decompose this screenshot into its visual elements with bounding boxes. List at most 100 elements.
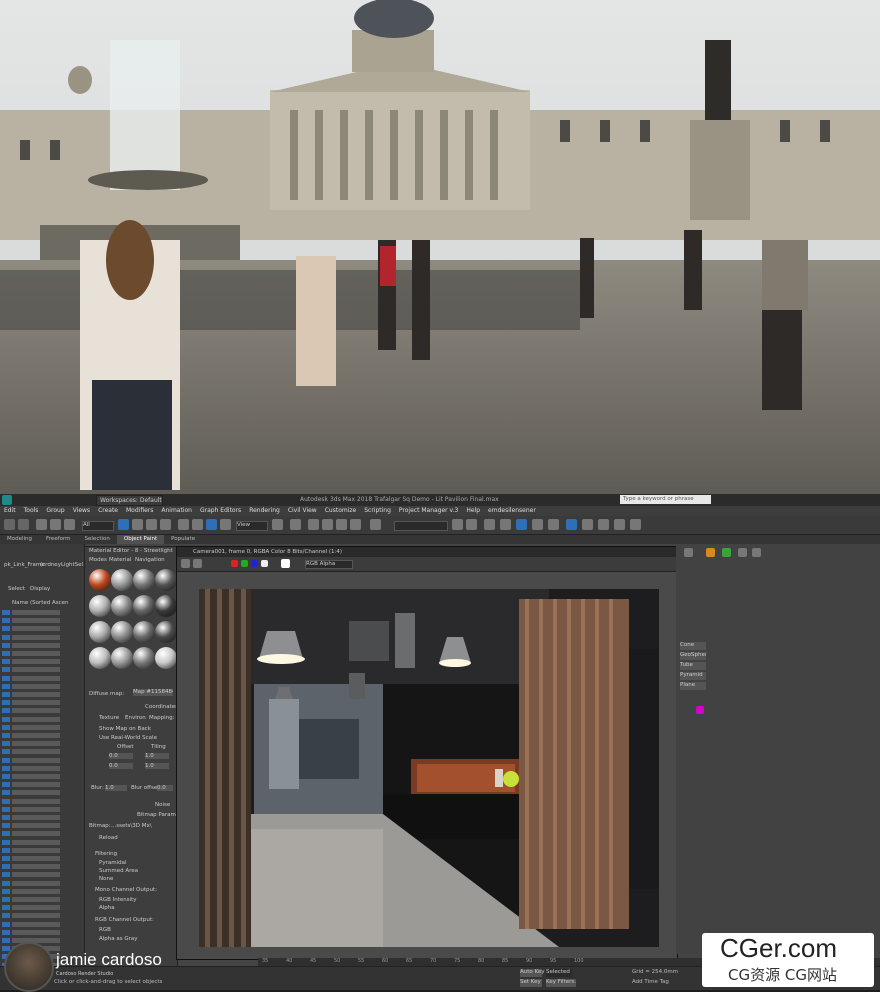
- object-type-icon[interactable]: [2, 921, 10, 927]
- object-color-swatch[interactable]: [696, 706, 704, 714]
- manipulate-icon[interactable]: [290, 519, 301, 530]
- object-type-icon[interactable]: [2, 642, 10, 648]
- list-item[interactable]: [12, 782, 60, 788]
- list-item[interactable]: [12, 708, 60, 714]
- list-item[interactable]: [12, 610, 60, 615]
- set-key-button[interactable]: Set Key: [520, 979, 542, 987]
- object-type-icon[interactable]: [2, 667, 10, 673]
- list-item[interactable]: [12, 921, 60, 927]
- real-world-checkbox[interactable]: Use Real-World Scale: [99, 735, 157, 741]
- map-name-field[interactable]: Map #1158484: [133, 689, 173, 696]
- unlink-icon[interactable]: [50, 519, 61, 530]
- menu-edit[interactable]: Edit: [0, 506, 20, 516]
- layer-explorer-icon[interactable]: [484, 519, 495, 530]
- object-type-icon[interactable]: [2, 700, 10, 706]
- list-item[interactable]: [12, 724, 60, 730]
- blur-offset-field[interactable]: 0.0: [157, 785, 173, 791]
- object-type-icon[interactable]: [2, 634, 10, 640]
- object-type-icon[interactable]: [2, 724, 10, 730]
- channel-dropdown[interactable]: RGB Alpha: [305, 560, 353, 569]
- texture-radio[interactable]: Texture: [99, 715, 119, 721]
- alpha-radio[interactable]: Alpha: [99, 905, 115, 911]
- auto-key-button[interactable]: Auto Key: [520, 969, 545, 977]
- list-item[interactable]: [12, 618, 60, 624]
- object-type-icon[interactable]: [2, 913, 10, 919]
- summed-area-radio[interactable]: Summed Area: [99, 868, 138, 874]
- region-select-icon[interactable]: [146, 519, 157, 530]
- material-sample-slot[interactable]: [133, 569, 155, 591]
- list-item[interactable]: [12, 757, 60, 763]
- object-type-icon[interactable]: [2, 659, 10, 665]
- material-sample-slot[interactable]: [133, 621, 155, 643]
- object-type-icon[interactable]: [2, 675, 10, 681]
- edit-named-selection-icon[interactable]: [370, 519, 381, 530]
- angle-snap-icon[interactable]: [322, 519, 333, 530]
- select-by-name-icon[interactable]: [132, 519, 143, 530]
- object-type-icon[interactable]: [2, 888, 10, 894]
- render-iterative-icon[interactable]: [614, 519, 625, 530]
- list-item[interactable]: [12, 872, 60, 878]
- menu-user[interactable]: emdesilensener: [484, 506, 540, 516]
- material-sample-slot[interactable]: [111, 595, 133, 617]
- selection-filter-dropdown[interactable]: All: [82, 521, 114, 531]
- list-item[interactable]: [12, 823, 60, 829]
- object-type-icon[interactable]: [2, 610, 10, 615]
- primitive-tube-button[interactable]: Tube: [680, 662, 706, 670]
- menu-customize[interactable]: Customize: [321, 506, 361, 516]
- list-item[interactable]: [12, 864, 60, 870]
- rendered-frame-window-icon[interactable]: [582, 519, 593, 530]
- object-type-icon[interactable]: [2, 856, 10, 861]
- object-type-icon[interactable]: [2, 733, 10, 738]
- schematic-view-icon[interactable]: [532, 519, 543, 530]
- list-item[interactable]: [12, 749, 60, 755]
- material-sample-slot[interactable]: [111, 621, 133, 643]
- add-time-tag-button[interactable]: Add Time Tag: [632, 979, 669, 985]
- object-type-icon[interactable]: [2, 872, 10, 878]
- list-item[interactable]: [12, 741, 60, 747]
- material-sample-slot[interactable]: [89, 647, 111, 669]
- align-icon[interactable]: [466, 519, 477, 530]
- column-header-name[interactable]: Name (Sorted Ascending): [12, 600, 68, 606]
- menu-animation[interactable]: Animation: [157, 506, 196, 516]
- create-tab-icon[interactable]: [706, 548, 715, 557]
- pyramidal-radio[interactable]: Pyramidal: [99, 860, 126, 866]
- material-sample-slot[interactable]: [89, 595, 111, 617]
- rgb-intensity-radio[interactable]: RGB Intensity: [99, 897, 137, 903]
- list-item[interactable]: [12, 667, 60, 673]
- reload-button[interactable]: Reload: [99, 835, 118, 841]
- list-item[interactable]: [12, 897, 60, 902]
- pivot-icon[interactable]: [272, 519, 283, 530]
- red-channel-icon[interactable]: [231, 560, 238, 567]
- menu-create[interactable]: Create: [94, 506, 122, 516]
- selected-dropdown[interactable]: Selected: [546, 969, 572, 977]
- tab-populate[interactable]: Populate: [164, 535, 202, 544]
- list-item[interactable]: [12, 815, 60, 820]
- object-type-icon[interactable]: [2, 929, 10, 935]
- green-channel-icon[interactable]: [241, 560, 248, 567]
- object-type-icon[interactable]: [2, 790, 10, 796]
- list-item[interactable]: [12, 765, 60, 771]
- modify-tab-icon[interactable]: [722, 548, 731, 557]
- render-production-icon[interactable]: [598, 519, 609, 530]
- material-editor-icon[interactable]: [548, 519, 559, 530]
- menu-material[interactable]: Material: [109, 557, 131, 563]
- object-type-icon[interactable]: [2, 765, 10, 771]
- move-icon[interactable]: [178, 519, 189, 530]
- list-item[interactable]: [12, 856, 60, 861]
- menu-group[interactable]: Group: [42, 506, 68, 516]
- material-sample-slot[interactable]: [133, 595, 155, 617]
- list-item[interactable]: [12, 839, 60, 845]
- object-type-icon[interactable]: [2, 847, 10, 853]
- material-sample-slot[interactable]: [111, 569, 133, 591]
- tab-display[interactable]: Display: [30, 586, 50, 592]
- named-selection-dropdown[interactable]: [394, 521, 448, 531]
- object-type-icon[interactable]: [2, 683, 10, 689]
- none-radio[interactable]: None: [99, 876, 113, 882]
- bitmap-path-button[interactable]: ...ssets\3D Mx\: [111, 823, 173, 829]
- object-type-icon[interactable]: [2, 757, 10, 763]
- v-offset-field[interactable]: 0.0: [109, 763, 133, 769]
- u-offset-field[interactable]: 0.0: [109, 753, 133, 759]
- object-type-icon[interactable]: [2, 782, 10, 788]
- menu-scripting[interactable]: Scripting: [360, 506, 395, 516]
- list-item[interactable]: [12, 642, 60, 648]
